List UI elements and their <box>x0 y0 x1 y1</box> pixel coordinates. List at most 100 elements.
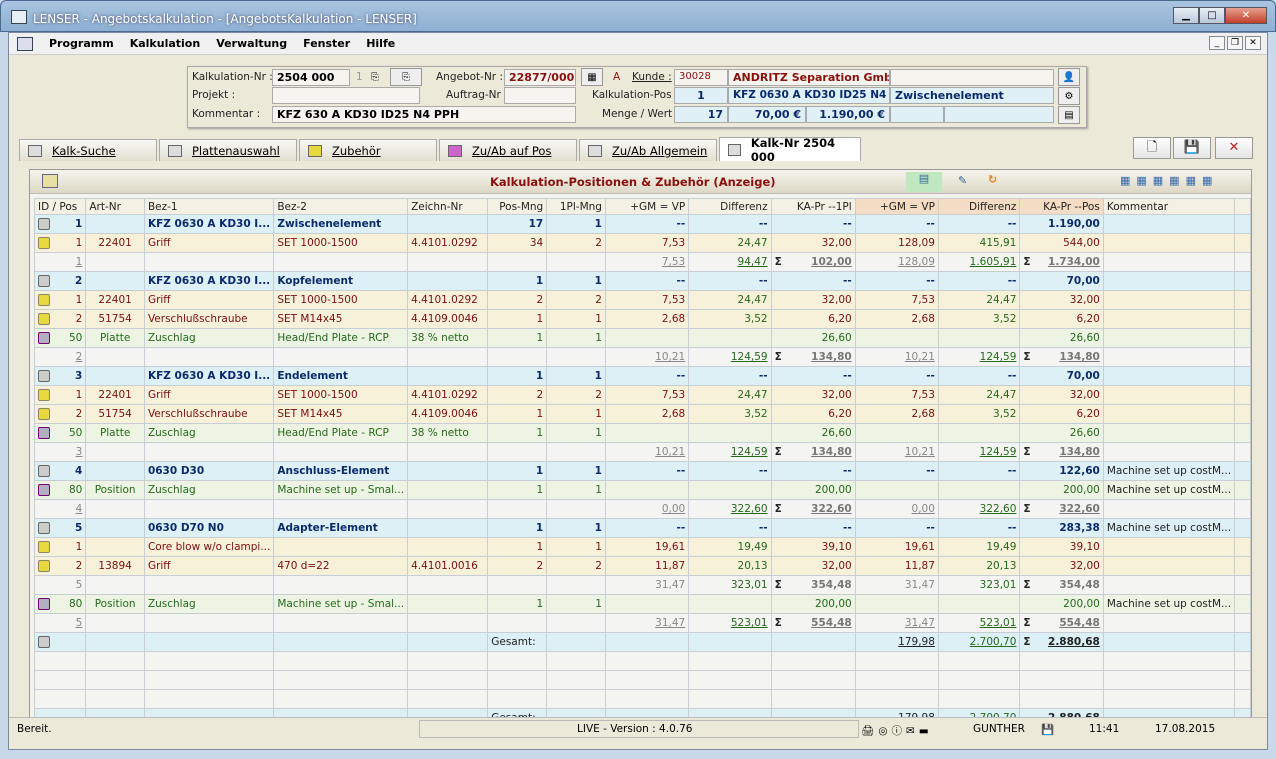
table-row[interactable]: 1 22401 Griff SET 1000-1500 4.4101.0292 34 2 7,… <box>33 233 1251 253</box>
table-row[interactable]: 3 10,21 124,59 Σ 134,80 10,21 124,59 Σ 134,80 <box>33 442 1251 462</box>
tab-kalk-nr[interactable]: Kalk-Nr 2504 000 <box>719 136 861 164</box>
table-row[interactable]: 2 51754 Verschlußschraube SET M14x45 4.4109.… <box>33 404 1251 424</box>
edit-icon[interactable]: ✎ <box>958 174 967 187</box>
customer-search-icon[interactable]: 👤 <box>1058 68 1080 86</box>
column-header[interactable]: +GM = VP <box>854 198 939 215</box>
document-icon[interactable] <box>17 36 33 51</box>
table-row[interactable]: 80 Position Zuschlag Machine set up - Smal.… <box>33 594 1251 614</box>
column-header[interactable]: KA-Pr --1Pl <box>770 198 856 215</box>
einzelpreis-field[interactable]: 70,00 € <box>728 106 806 123</box>
menu-fenster[interactable]: Fenster <box>303 37 350 50</box>
table-row[interactable]: 80 Position Zuschlag Machine set up - Smal.… <box>33 480 1251 500</box>
table-row[interactable] <box>33 651 1251 671</box>
tab-plattenauswahl[interactable]: Plattenauswahl <box>159 139 297 161</box>
column-header[interactable]: Art-Nr <box>85 198 145 215</box>
status-icons[interactable]: 🖨◎ⓘ✉▬ <box>861 723 933 738</box>
gesamtwert-field[interactable]: 1.190,00 € <box>806 106 890 123</box>
table-row[interactable]: 1 Core blow w/o clampi... 1 1 19,61 19,49 39,1… <box>33 537 1251 557</box>
kalkpos-bez1-field[interactable]: KFZ 0630 A KD30 ID25 N4 <box>728 87 890 104</box>
minimize-button[interactable]: ▁ <box>1173 7 1199 24</box>
table-cell <box>273 651 409 671</box>
position-search-icon[interactable]: ⚙ <box>1058 87 1080 105</box>
kalkpos-field[interactable]: 1 <box>674 87 728 104</box>
projekt-field[interactable] <box>272 87 420 104</box>
database-icon[interactable]: 💾 <box>1041 723 1054 736</box>
mdi-restore-button[interactable]: ❐ <box>1227 36 1243 50</box>
menu-hilfe[interactable]: Hilfe <box>366 37 395 50</box>
export-icon[interactable] <box>42 174 58 188</box>
tab-zubehoer[interactable]: Zubehör <box>299 139 437 161</box>
auftrag-nr-field[interactable] <box>504 87 576 104</box>
menge-field[interactable]: 17 <box>674 106 728 123</box>
table-row[interactable]: 2 KFZ 0630 A KD30 I... Kopfelement 1 1 -- -- --… <box>33 271 1251 291</box>
column-header[interactable]: KA-Pr --Pos <box>1019 198 1104 215</box>
column-header[interactable]: 1Pl-Mng <box>546 198 606 215</box>
kunde-name-field[interactable]: ANDRITZ Separation GmbH <box>728 69 890 86</box>
table-cell <box>143 651 275 671</box>
column-header[interactable]: Bez-2 <box>273 198 409 215</box>
table-row[interactable]: 4 0630 D30 Anschluss-Element 1 1 -- -- -- -- -- 12… <box>33 461 1251 481</box>
maximize-button[interactable]: □ <box>1199 7 1225 24</box>
table-cell <box>143 670 275 690</box>
kunde-label[interactable]: Kunde : <box>632 71 672 83</box>
column-header[interactable]: +GM = VP <box>604 198 690 215</box>
kunde-extra-field[interactable] <box>890 69 1054 86</box>
cell-value: 24,47 <box>737 294 768 306</box>
table-row[interactable]: 5 31,47 523,01 Σ 554,48 31,47 523,01 Σ 554,48 <box>33 613 1251 633</box>
table-row[interactable]: 1 22401 Griff SET 1000-1500 4.4101.0292 2 2 7,5… <box>33 385 1251 405</box>
table-row[interactable]: 4 0,00 322,60 Σ 322,60 0,00 322,60 Σ 322,60 <box>33 499 1251 519</box>
tab-kalk-suche[interactable]: Kalk-Suche <box>19 139 157 161</box>
menu-programm[interactable]: Programm <box>49 37 114 50</box>
column-header[interactable]: ID / Pos <box>33 198 87 215</box>
mdi-minimize-button[interactable]: _ <box>1209 36 1225 50</box>
table-row[interactable]: 3 KFZ 0630 A KD30 I... Endelement 1 1 -- -- -- -… <box>33 366 1251 386</box>
calculator-icon[interactable]: ▤ <box>1058 106 1080 124</box>
table-row[interactable]: 5 0630 D70 N0 Adapter-Element 1 1 -- -- -- -- -- 2… <box>33 518 1251 538</box>
table-row[interactable]: 50 Platte Zuschlag Head/End Plate - RCP 38 %… <box>33 423 1251 443</box>
column-layout-icons[interactable]: ▦▦▦▦▦▦ <box>1120 174 1218 187</box>
column-header[interactable]: Differenz <box>937 198 1021 215</box>
kommentar-field[interactable]: KFZ 630 A KD30 ID25 N4 PPH <box>272 106 576 123</box>
menu-verwaltung[interactable]: Verwaltung <box>216 37 287 50</box>
column-header[interactable] <box>1234 198 1251 215</box>
menu-kalkulation[interactable]: Kalkulation <box>130 37 200 50</box>
column-header[interactable]: Pos-Mng <box>487 198 548 215</box>
copy-icon[interactable]: ⎘ <box>364 69 386 87</box>
table-cell: 1 <box>33 214 87 234</box>
table-row[interactable]: 2 13894 Griff 470 d=22 4.4101.0016 2 2 11,87 20,… <box>33 556 1251 576</box>
column-header[interactable]: Zeichn-Nr <box>407 198 489 215</box>
delete-button[interactable]: ✕ <box>1215 137 1253 159</box>
filler-cell <box>1234 328 1251 348</box>
column-header[interactable]: Kommentar <box>1102 198 1236 215</box>
kalk-nr-field[interactable]: 2504 000 <box>272 69 350 86</box>
table-view-icon[interactable]: ▤ <box>906 172 942 192</box>
table-row[interactable] <box>33 670 1251 690</box>
paste-copy-button[interactable]: ⎘ <box>390 68 422 86</box>
table-row[interactable]: 2 51754 Verschlußschraube SET M14x45 4.4109.… <box>33 309 1251 329</box>
close-button[interactable]: ✕ <box>1225 7 1267 24</box>
table-row[interactable]: 1 22401 Griff SET 1000-1500 4.4101.0292 2 2 7,5… <box>33 290 1251 310</box>
offer-icon[interactable]: ▦ <box>581 68 603 86</box>
column-header[interactable]: Bez-1 <box>143 198 275 215</box>
extra-field-2[interactable] <box>944 106 1054 123</box>
kunde-nr-field[interactable]: 30028 <box>674 69 728 86</box>
mdi-close-button[interactable]: ✕ <box>1245 36 1261 50</box>
extra-field-1[interactable] <box>890 106 944 123</box>
table-row[interactable]: Gesamt: 179,98 2.700,70 Σ 2.880,68 <box>33 632 1251 652</box>
new-document-button[interactable]: 🗋 <box>1133 137 1171 159</box>
table-row[interactable]: 1 7,53 94,47 Σ 102,00 128,09 1.605,91 Σ 1.734,00 <box>33 252 1251 272</box>
angebot-nr-field[interactable]: 22877/000 <box>504 69 576 86</box>
plus-icon <box>448 144 462 157</box>
table-row[interactable]: 1 KFZ 0630 A KD30 I... Zwischenelement 17 1 -… <box>33 214 1251 234</box>
table-row[interactable]: 50 Platte Zuschlag Head/End Plate - RCP 38 %… <box>33 328 1251 348</box>
table-cell: SET M14x45 <box>273 309 409 329</box>
table-row[interactable]: 5 31,47 323,01 Σ 354,48 31,47 323,01 Σ 354,48 <box>33 575 1251 595</box>
tab-zu-ab-allgemein[interactable]: Zu/Ab Allgemein <box>579 139 717 161</box>
refresh-icon[interactable]: ↻ <box>988 173 997 186</box>
tab-zu-ab-pos[interactable]: Zu/Ab auf Pos <box>439 139 577 161</box>
save-button[interactable]: 💾 <box>1173 137 1211 159</box>
table-row[interactable] <box>33 689 1251 709</box>
table-row[interactable]: 2 10,21 124,59 Σ 134,80 10,21 124,59 Σ 134,80 <box>33 347 1251 367</box>
kalkpos-bez2-field[interactable]: Zwischenelement <box>890 87 1054 104</box>
column-header[interactable]: Differenz <box>688 198 772 215</box>
